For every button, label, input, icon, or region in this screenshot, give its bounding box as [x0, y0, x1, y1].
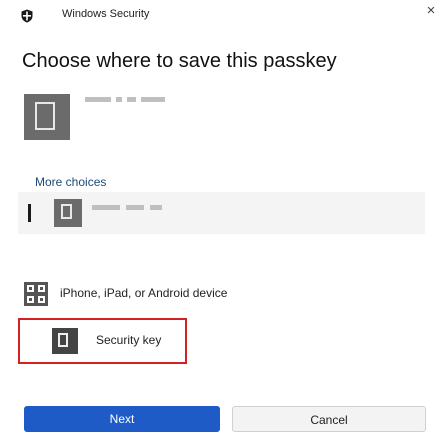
close-button[interactable]: × [421, 2, 441, 22]
passkey-location-option-security-key[interactable]: Security key [18, 318, 187, 364]
option-label: iPhone, iPad, or Android device [60, 286, 228, 300]
cancel-button[interactable]: Cancel [232, 406, 426, 432]
window-title: Windows Security [62, 8, 150, 20]
obscured-device-name [85, 97, 175, 104]
security-key-icon [52, 328, 78, 354]
next-button[interactable]: Next [24, 406, 220, 432]
obscured-device-name [92, 205, 182, 210]
device-icon[interactable] [24, 94, 70, 140]
more-choices-link[interactable]: More choices [35, 175, 106, 189]
windows-security-shield-icon [21, 9, 33, 23]
option-label: Security key [96, 333, 162, 347]
passkey-location-option-phone[interactable]: iPhone, iPad, or Android device [18, 272, 425, 309]
device-icon [54, 199, 82, 227]
passkey-location-option-device[interactable] [18, 192, 425, 234]
qr-code-icon [24, 282, 48, 306]
selection-indicator [28, 204, 31, 222]
page-title: Choose where to save this passkey [22, 50, 337, 72]
title-bar: Windows Security × [0, 0, 445, 32]
